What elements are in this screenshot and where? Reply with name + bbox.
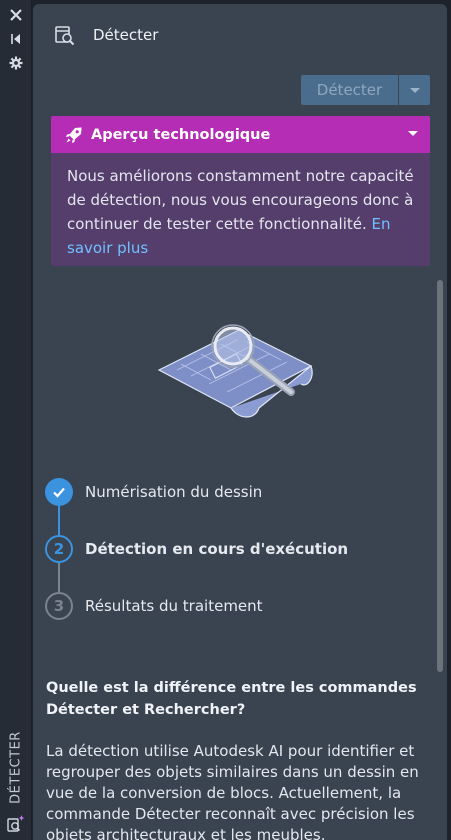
tech-preview-header[interactable]: Aperçu technologique (51, 116, 430, 153)
chevron-down-icon (408, 131, 418, 136)
faq-answer: La détection utilise Autodesk AI pour id… (46, 742, 419, 840)
detect-dropdown-button[interactable] (399, 75, 430, 105)
step-label: Résultats du traitement (85, 597, 263, 615)
detect-panel: Détecter Détecter Aperçu technologique N… (33, 4, 447, 840)
blueprint-magnifier-illustration (157, 324, 313, 418)
tech-preview-text: Nous améliorons constamment notre capaci… (51, 153, 430, 260)
step-number: 2 (45, 535, 73, 563)
panel-header: Détecter (33, 4, 447, 66)
step-detection: 2 Détection en cours d'exécution (45, 535, 348, 563)
tech-preview-body: Nous améliorons constamment notre capaci… (67, 167, 414, 233)
collapse-icon[interactable] (8, 31, 24, 47)
side-strip: DÉTECTER (0, 0, 32, 840)
vertical-tab-label[interactable]: DÉTECTER (9, 730, 24, 804)
step-connector (58, 563, 60, 592)
rocket-icon (66, 127, 82, 143)
step-number: 3 (45, 592, 73, 620)
scrollbar[interactable] (437, 280, 443, 672)
detect-button[interactable]: Détecter (301, 75, 398, 105)
checkmark-icon (45, 478, 73, 506)
panel-title: Détecter (93, 26, 159, 44)
step-label: Numérisation du dessin (85, 483, 263, 501)
tech-preview-banner: Aperçu technologique Nous améliorons con… (51, 116, 430, 266)
faq-section: Quelle est la différence entre les comma… (46, 677, 421, 840)
step-connector (58, 506, 60, 535)
step-results: 3 Résultats du traitement (45, 592, 263, 620)
close-icon[interactable] (8, 7, 24, 23)
faq-question: Quelle est la différence entre les comma… (46, 680, 417, 718)
detect-sparkle-icon[interactable] (6, 814, 26, 834)
detect-icon (55, 26, 75, 46)
tech-preview-title: Aperçu technologique (91, 126, 271, 143)
step-scan: Numérisation du dessin (45, 478, 262, 506)
detect-button-group: Détecter (301, 75, 430, 105)
step-label: Détection en cours d'exécution (85, 540, 349, 558)
gear-icon[interactable] (8, 55, 24, 71)
